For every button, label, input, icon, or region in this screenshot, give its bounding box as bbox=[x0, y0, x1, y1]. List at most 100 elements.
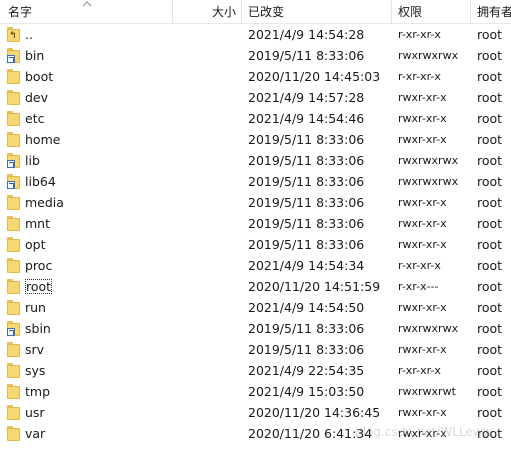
file-modified: 2019/5/11 8:33:06 bbox=[248, 216, 365, 231]
sort-ascending-icon bbox=[82, 1, 92, 7]
file-name-label: lib bbox=[25, 153, 40, 168]
file-owner: root bbox=[477, 111, 503, 126]
column-header-owner[interactable]: 拥有者 bbox=[477, 0, 511, 24]
file-row[interactable]: usr 2020/11/20 14:36:45 rwxr-xr-x root bbox=[0, 402, 511, 423]
file-name: mnt bbox=[25, 213, 135, 234]
file-permissions: rwxr-xr-x bbox=[398, 112, 447, 125]
file-name: etc bbox=[25, 108, 135, 129]
column-header: 名字 大小 已改变 权限 拥有者 bbox=[0, 0, 511, 24]
column-divider[interactable] bbox=[172, 0, 173, 24]
file-row[interactable]: lib 2019/5/11 8:33:06 rwxrwxrwx root bbox=[0, 150, 511, 171]
file-permissions: r-xr-xr-x bbox=[398, 70, 441, 83]
file-list: ↰.. 2021/4/9 14:54:28 r-xr-xr-x root bin 2019… bbox=[0, 24, 511, 444]
folder-shortcut-icon bbox=[7, 48, 21, 63]
file-row[interactable]: proc 2021/4/9 14:54:34 r-xr-xr-x root bbox=[0, 255, 511, 276]
file-name-label: opt bbox=[25, 237, 46, 252]
file-name-label: etc bbox=[25, 111, 45, 126]
file-permissions: rwxrwxrwx bbox=[398, 154, 459, 167]
file-owner: root bbox=[477, 48, 503, 63]
file-row[interactable]: ↰.. 2021/4/9 14:54:28 r-xr-xr-x root bbox=[0, 24, 511, 45]
file-name: opt bbox=[25, 234, 135, 255]
file-row[interactable]: bin 2019/5/11 8:33:06 rwxrwxrwx root bbox=[0, 45, 511, 66]
file-permissions: rwxrwxrwt bbox=[398, 385, 456, 398]
folder-icon bbox=[7, 132, 21, 147]
file-name-label: var bbox=[25, 426, 46, 441]
file-owner: root bbox=[477, 69, 503, 84]
folder-icon bbox=[7, 279, 21, 294]
folder-shortcut-icon bbox=[7, 153, 21, 168]
file-row[interactable]: sbin 2019/5/11 8:33:06 rwxrwxrwx root bbox=[0, 318, 511, 339]
file-owner: root bbox=[477, 342, 503, 357]
file-modified: 2021/4/9 14:54:50 bbox=[248, 300, 365, 315]
file-name-label: mnt bbox=[25, 216, 50, 231]
file-name-label: home bbox=[25, 132, 61, 147]
column-header-name[interactable]: 名字 bbox=[8, 0, 32, 24]
file-permissions: r-xr-xr-x bbox=[398, 364, 441, 377]
file-row[interactable]: media 2019/5/11 8:33:06 rwxr-xr-x root bbox=[0, 192, 511, 213]
file-name-label: bin bbox=[25, 48, 45, 63]
column-header-size[interactable]: 大小 bbox=[212, 0, 236, 24]
file-name-label: sys bbox=[25, 363, 46, 378]
file-name: usr bbox=[25, 402, 135, 423]
file-owner: root bbox=[477, 132, 503, 147]
file-row[interactable]: etc 2021/4/9 14:54:46 rwxr-xr-x root bbox=[0, 108, 511, 129]
file-name: srv bbox=[25, 339, 135, 360]
file-row[interactable]: sys 2021/4/9 22:54:35 r-xr-xr-x root bbox=[0, 360, 511, 381]
file-row[interactable]: tmp 2021/4/9 15:03:50 rwxrwxrwt root bbox=[0, 381, 511, 402]
file-modified: 2019/5/11 8:33:06 bbox=[248, 195, 365, 210]
file-row[interactable]: home 2019/5/11 8:33:06 rwxr-xr-x root bbox=[0, 129, 511, 150]
column-header-modified[interactable]: 已改变 bbox=[248, 0, 284, 24]
parent-folder-icon: ↰ bbox=[7, 27, 21, 42]
file-modified: 2019/5/11 8:33:06 bbox=[248, 153, 365, 168]
file-row[interactable]: srv 2019/5/11 8:33:06 rwxr-xr-x root bbox=[0, 339, 511, 360]
file-permissions: rwxrwxrwx bbox=[398, 322, 459, 335]
file-name: boot bbox=[25, 66, 135, 87]
file-modified: 2021/4/9 14:57:28 bbox=[248, 90, 365, 105]
folder-shortcut-icon bbox=[7, 321, 21, 336]
file-owner: root bbox=[477, 258, 503, 273]
column-divider[interactable] bbox=[470, 0, 471, 24]
file-name: bin bbox=[25, 45, 135, 66]
file-modified: 2019/5/11 8:33:06 bbox=[248, 321, 365, 336]
file-row[interactable]: mnt 2019/5/11 8:33:06 rwxr-xr-x root bbox=[0, 213, 511, 234]
file-modified: 2020/11/20 14:51:59 bbox=[248, 279, 381, 294]
folder-icon bbox=[7, 363, 21, 378]
file-row[interactable]: opt 2019/5/11 8:33:06 rwxr-xr-x root bbox=[0, 234, 511, 255]
file-modified: 2020/11/20 14:36:45 bbox=[248, 405, 381, 420]
file-owner: root bbox=[477, 27, 503, 42]
file-row[interactable]: lib64 2019/5/11 8:33:06 rwxrwxrwx root bbox=[0, 171, 511, 192]
file-name-label: usr bbox=[25, 405, 45, 420]
file-row[interactable]: boot 2020/11/20 14:45:03 r-xr-xr-x root bbox=[0, 66, 511, 87]
file-row[interactable]: var 2020/11/20 6:41:34 rwxr-xr-x root bbox=[0, 423, 511, 444]
file-modified: 2021/4/9 14:54:28 bbox=[248, 27, 365, 42]
file-name-label: .. bbox=[25, 27, 33, 42]
column-header-permissions[interactable]: 权限 bbox=[398, 0, 422, 24]
file-owner: root bbox=[477, 279, 503, 294]
column-divider[interactable] bbox=[391, 0, 392, 24]
file-name-label: lib64 bbox=[25, 174, 56, 189]
file-owner: root bbox=[477, 384, 503, 399]
file-modified: 2019/5/11 8:33:06 bbox=[248, 237, 365, 252]
file-name-label: tmp bbox=[25, 384, 51, 399]
file-permissions: rwxr-xr-x bbox=[398, 343, 447, 356]
file-permissions: rwxr-xr-x bbox=[398, 406, 447, 419]
file-owner: root bbox=[477, 174, 503, 189]
folder-icon bbox=[7, 342, 21, 357]
file-modified: 2019/5/11 8:33:06 bbox=[248, 132, 365, 147]
file-owner: root bbox=[477, 195, 503, 210]
folder-icon bbox=[7, 195, 21, 210]
file-permissions: r-xr-xr-x bbox=[398, 259, 441, 272]
file-name: .. bbox=[25, 24, 135, 45]
file-permissions: rwxr-xr-x bbox=[398, 196, 447, 209]
file-name-label: sbin bbox=[25, 321, 51, 336]
file-name-label: run bbox=[25, 300, 46, 315]
file-permissions: rwxr-xr-x bbox=[398, 301, 447, 314]
file-modified: 2021/4/9 22:54:35 bbox=[248, 363, 365, 378]
column-divider[interactable] bbox=[241, 0, 242, 24]
file-name: var bbox=[25, 423, 135, 444]
file-permissions: rwxr-xr-x bbox=[398, 427, 447, 440]
file-row[interactable]: run 2021/4/9 14:54:50 rwxr-xr-x root bbox=[0, 297, 511, 318]
file-owner: root bbox=[477, 153, 503, 168]
file-row[interactable]: dev 2021/4/9 14:57:28 rwxr-xr-x root bbox=[0, 87, 511, 108]
file-row[interactable]: root 2020/11/20 14:51:59 r-xr-x--- root bbox=[0, 276, 511, 297]
